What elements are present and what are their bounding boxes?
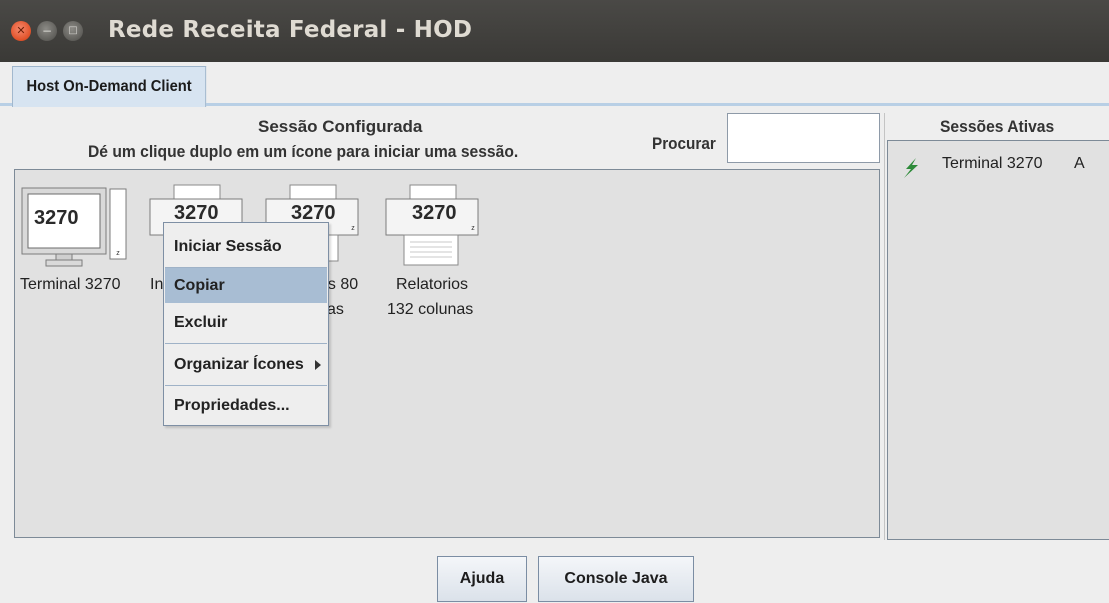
active-session-item[interactable]: Terminal 3270 A: [888, 151, 1108, 178]
console-java-button[interactable]: Console Java: [538, 556, 694, 602]
tab-strip: Host On-Demand Client: [0, 62, 1109, 107]
close-icon: ✕: [16, 24, 26, 37]
printer-3270-icon[interactable]: z: [384, 184, 484, 268]
terminal-3270-badge: 3270: [34, 207, 79, 229]
active-session-short: A: [1074, 155, 1085, 172]
svg-text:z: z: [351, 225, 355, 232]
context-menu: Iniciar Sessão Copiar Excluir Organizar …: [163, 222, 329, 426]
relatorios-badge: 3270: [412, 202, 457, 224]
configured-sessions-heading: Sessão Configurada: [258, 117, 423, 136]
panel-divider[interactable]: [884, 113, 885, 540]
menu-item-label: Organizar Ícones: [174, 356, 304, 373]
svg-text:z: z: [116, 250, 120, 257]
minimize-button[interactable]: −: [37, 21, 57, 41]
session-label-line2: 132 colunas: [387, 301, 474, 318]
menu-item-propriedades[interactable]: Propriedades...: [165, 388, 327, 423]
menu-separator: [165, 343, 327, 344]
session-label: Relatorios: [396, 276, 469, 293]
lightning-icon: [904, 158, 918, 178]
menu-item-copiar[interactable]: Copiar: [165, 268, 327, 303]
maximize-icon: □: [68, 25, 78, 36]
minimize-icon: −: [41, 24, 53, 38]
search-label: Procurar: [652, 134, 716, 153]
session-label: Terminal 3270: [20, 276, 121, 293]
menu-item-excluir[interactable]: Excluir: [165, 305, 327, 340]
maximize-button[interactable]: □: [63, 21, 83, 41]
window-title: Rede Receita Federal - HOD: [108, 17, 473, 43]
search-input[interactable]: [727, 113, 880, 163]
session-label: In: [150, 276, 164, 293]
configured-sessions-instruction: Dé um clique duplo em um ícone para inic…: [88, 142, 519, 161]
submenu-arrow-icon: [315, 360, 321, 370]
svg-text:z: z: [471, 225, 475, 232]
menu-separator: [165, 385, 327, 386]
session-label-line2: as: [327, 301, 344, 318]
active-sessions-heading: Sessões Ativas: [940, 117, 1055, 136]
title-bar: ✕ − □ Rede Receita Federal - HOD: [0, 0, 1109, 62]
close-button[interactable]: ✕: [11, 21, 31, 41]
help-button[interactable]: Ajuda: [437, 556, 527, 602]
menu-item-organizar-icones[interactable]: Organizar Ícones: [165, 347, 327, 382]
active-session-name: Terminal 3270: [942, 155, 1043, 172]
menu-item-iniciar-sessao[interactable]: Iniciar Sessão: [165, 229, 327, 264]
active-sessions-panel: Terminal 3270 A: [887, 140, 1109, 540]
tab-host-on-demand-client[interactable]: Host On-Demand Client: [12, 66, 207, 107]
